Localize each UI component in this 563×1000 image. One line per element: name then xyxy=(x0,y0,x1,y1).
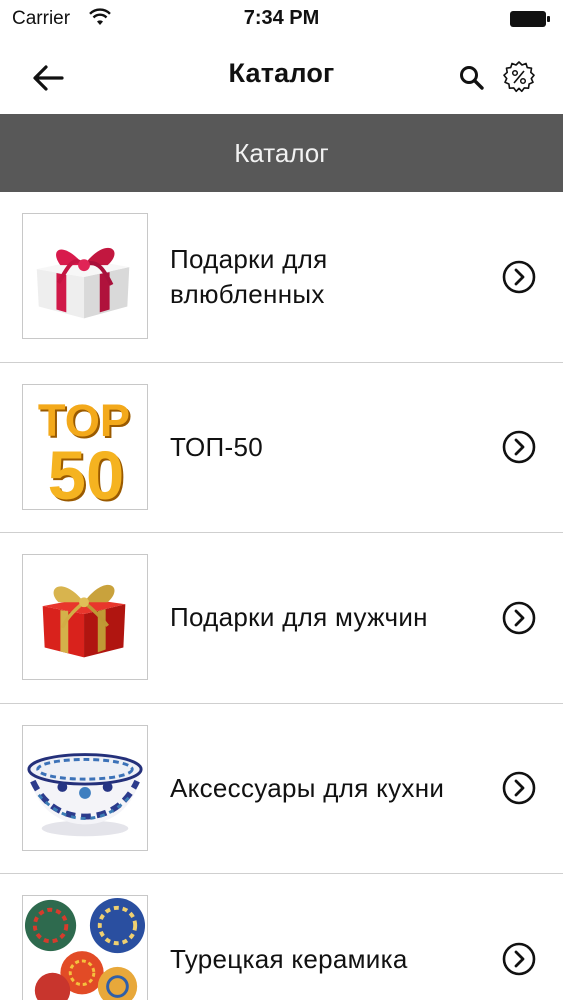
gift-box-icon xyxy=(42,584,126,658)
ceramics-icon xyxy=(24,897,146,1000)
catalog-item-valentine-gifts[interactable]: Подарки для влюбленных xyxy=(0,192,563,363)
catalog-item-top-50[interactable]: TOP TOP 50 50 ТОП-50 xyxy=(0,363,563,533)
gift-box-icon xyxy=(36,247,130,319)
battery-icon xyxy=(510,11,550,27)
svg-text:50: 50 xyxy=(48,437,125,509)
section-header: Каталог xyxy=(0,114,563,192)
item-thumbnail: TOP TOP 50 50 xyxy=(22,383,148,510)
catalog-list: Подарки для влюбленных TOP TOP 50 50 ТОП… xyxy=(0,192,563,1000)
item-thumbnail xyxy=(22,554,148,680)
top-50-icon: TOP TOP 50 50 xyxy=(38,395,132,509)
status-time: 7:34 PM xyxy=(243,7,320,29)
catalog-item-turkish-ceramics[interactable]: Турецкая керамика xyxy=(0,874,563,1000)
catalog-item-label: Подарки для мужчин xyxy=(170,602,428,633)
catalog-item-label: ТОП-50 xyxy=(170,431,264,462)
status-bar: Carrier 7:34 PM xyxy=(0,0,563,40)
nav-bar: Каталог xyxy=(0,40,563,114)
chevron-right-icon xyxy=(502,260,536,294)
chevron-right-icon xyxy=(502,942,536,976)
item-thumbnail xyxy=(22,213,148,339)
bowl-icon xyxy=(27,752,143,836)
item-thumbnail xyxy=(22,895,148,1000)
section-title: Каталог xyxy=(234,137,329,168)
discount-percent-icon[interactable] xyxy=(501,59,537,95)
search-icon[interactable] xyxy=(456,62,488,94)
item-thumbnail xyxy=(22,724,148,851)
chevron-right-icon xyxy=(502,430,536,464)
chevron-right-icon xyxy=(502,771,536,805)
chevron-right-icon xyxy=(502,601,536,635)
catalog-item-label: Аксессуары для кухни xyxy=(170,772,445,803)
catalog-item-label: Турецкая керамика xyxy=(170,943,408,974)
catalog-item-label: Подарки для влюбленных xyxy=(170,243,328,309)
catalog-item-kitchen-accessories[interactable]: Аксессуары для кухни xyxy=(0,704,563,874)
catalog-item-gifts-for-men[interactable]: Подарки для мужчин xyxy=(0,533,563,704)
